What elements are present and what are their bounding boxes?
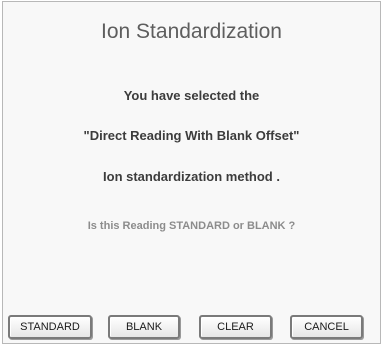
blank-button[interactable]: BLANK: [108, 315, 180, 339]
standard-button[interactable]: STANDARD: [8, 315, 92, 339]
message-line-1: You have selected the: [123, 88, 260, 103]
ion-standardization-dialog: Ion Standardization You have selected th…: [2, 1, 381, 344]
message-line-2: "Direct Reading With Blank Offset": [83, 128, 300, 143]
dialog-title: Ion Standardization: [101, 20, 282, 43]
cancel-button[interactable]: CANCEL: [290, 315, 363, 339]
clear-button[interactable]: CLEAR: [199, 315, 272, 339]
reading-type-question: Is this Reading STANDARD or BLANK ?: [87, 220, 296, 232]
message-line-3: Ion standardization method .: [103, 169, 280, 184]
